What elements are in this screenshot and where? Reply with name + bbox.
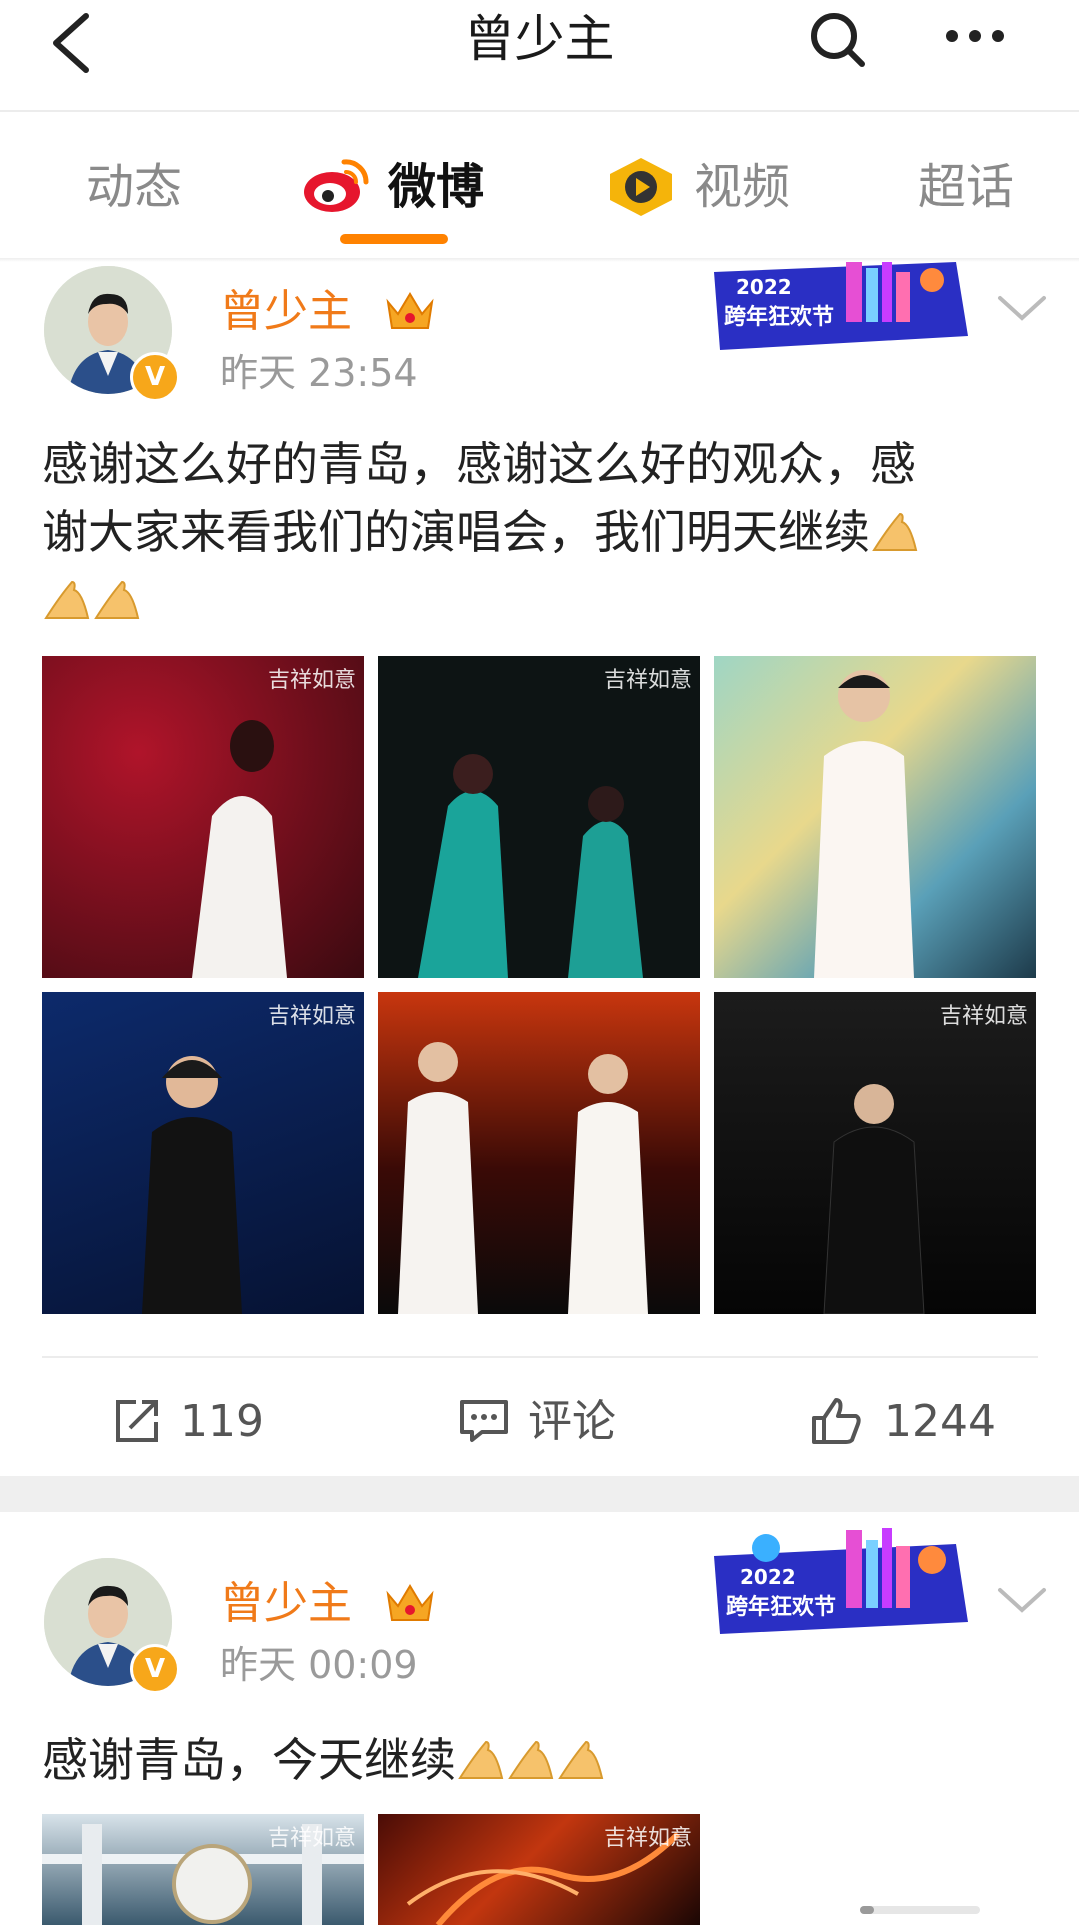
thumbs-up-icon xyxy=(812,1398,861,1444)
author-name[interactable]: 曾少主 xyxy=(220,282,352,342)
repost-button[interactable]: 119 xyxy=(112,1392,272,1452)
post-text: 感谢青岛，今天继续 xyxy=(42,1726,1042,1794)
top-navigation-bar: 曾少主 xyxy=(0,0,1079,112)
chevron-down-icon[interactable] xyxy=(996,1584,1048,1616)
repost-count: 119 xyxy=(180,1396,264,1447)
more-horizontal-icon[interactable] xyxy=(940,16,1010,56)
post-photo[interactable] xyxy=(378,992,700,1314)
like-button[interactable]: 1244 xyxy=(810,1392,1010,1452)
verified-badge: V xyxy=(130,1644,180,1694)
tab-dongtai[interactable]: 动态 xyxy=(86,152,182,222)
promo-label: 跨年狂欢节 xyxy=(724,304,834,330)
chevron-down-icon[interactable] xyxy=(996,292,1048,324)
promo-year: 2022 xyxy=(740,1565,796,1589)
photo-watermark: 吉祥如意 xyxy=(939,1004,1028,1029)
weibo-logo-icon xyxy=(304,159,369,212)
post-time: 昨天 23:54 xyxy=(220,351,418,395)
page-title: 曾少主 xyxy=(464,10,615,68)
prayer-hands-icon xyxy=(872,512,918,551)
post-divider xyxy=(42,1356,1038,1358)
new-year-promo-badge[interactable]: 2022 跨年狂欢节 xyxy=(706,262,968,352)
post-photo[interactable]: 吉祥如意 xyxy=(714,992,1036,1314)
search-icon[interactable] xyxy=(806,8,870,72)
photo-watermark: 吉祥如意 xyxy=(603,668,692,693)
post-photo[interactable]: 吉祥如意 xyxy=(42,1814,364,1925)
profile-tabs: 动态 微博 视频 超话 xyxy=(0,112,1079,258)
prayer-hands-icon xyxy=(558,1740,604,1779)
post-photo[interactable]: 吉祥如意 xyxy=(378,656,700,978)
comment-icon xyxy=(460,1400,508,1442)
active-tab-indicator xyxy=(340,234,448,244)
promo-year: 2022 xyxy=(736,275,792,299)
prayer-hands-icon xyxy=(458,1740,504,1779)
prayer-hands-icon xyxy=(94,580,140,619)
feed-post: V 曾少主 昨天 00:09 2022 跨年狂欢节 感谢青岛，今天继续 吉祥如意… xyxy=(0,1512,1079,1925)
post-time: 昨天 00:09 xyxy=(220,1643,418,1687)
photo-watermark: 吉祥如意 xyxy=(267,1004,356,1029)
video-play-icon xyxy=(610,158,672,216)
post-text-line: 感谢这么好的青岛，感谢这么好的观众，感 xyxy=(42,437,916,491)
verified-badge: V xyxy=(130,352,180,402)
photo-watermark: 吉祥如意 xyxy=(267,668,356,693)
prayer-hands-icon xyxy=(508,1740,554,1779)
post-photo[interactable]: 吉祥如意 xyxy=(378,1814,700,1925)
promo-label: 跨年狂欢节 xyxy=(726,1594,836,1620)
like-count: 1244 xyxy=(884,1396,996,1447)
author-name[interactable]: 曾少主 xyxy=(220,1574,352,1634)
post-photo[interactable]: 吉祥如意 xyxy=(42,992,364,1314)
prayer-hands-icon xyxy=(44,580,90,619)
scroll-indicator xyxy=(860,1906,980,1914)
feed-post: V 曾少主 昨天 23:54 2022 跨年狂欢节 感谢这么好的青岛，感谢这么好… xyxy=(0,262,1079,1476)
comment-button[interactable]: 评论 xyxy=(458,1392,638,1452)
comment-label: 评论 xyxy=(528,1396,616,1447)
post-photo[interactable]: 吉祥如意 xyxy=(42,656,364,978)
feed-separator xyxy=(0,1476,1079,1512)
photo-watermark: 吉祥如意 xyxy=(267,1826,356,1851)
share-icon xyxy=(116,1400,158,1442)
post-text-line: 感谢青岛，今天继续 xyxy=(42,1733,456,1787)
crown-icon xyxy=(386,1584,434,1621)
photo-watermark: 吉祥如意 xyxy=(603,1826,692,1851)
tab-weibo[interactable]: 微博 xyxy=(388,152,484,222)
tab-chaohua[interactable]: 超话 xyxy=(918,152,1014,222)
new-year-promo-badge[interactable]: 2022 跨年狂欢节 xyxy=(706,1526,968,1636)
post-text: 感谢这么好的青岛，感谢这么好的观众，感 谢大家来看我们的演唱会，我们明天继续 xyxy=(42,430,1042,634)
tab-video[interactable]: 视频 xyxy=(694,152,790,222)
crown-icon xyxy=(386,292,434,329)
post-photo[interactable] xyxy=(714,656,1036,978)
post-text-line: 谢大家来看我们的演唱会，我们明天继续 xyxy=(42,505,870,559)
